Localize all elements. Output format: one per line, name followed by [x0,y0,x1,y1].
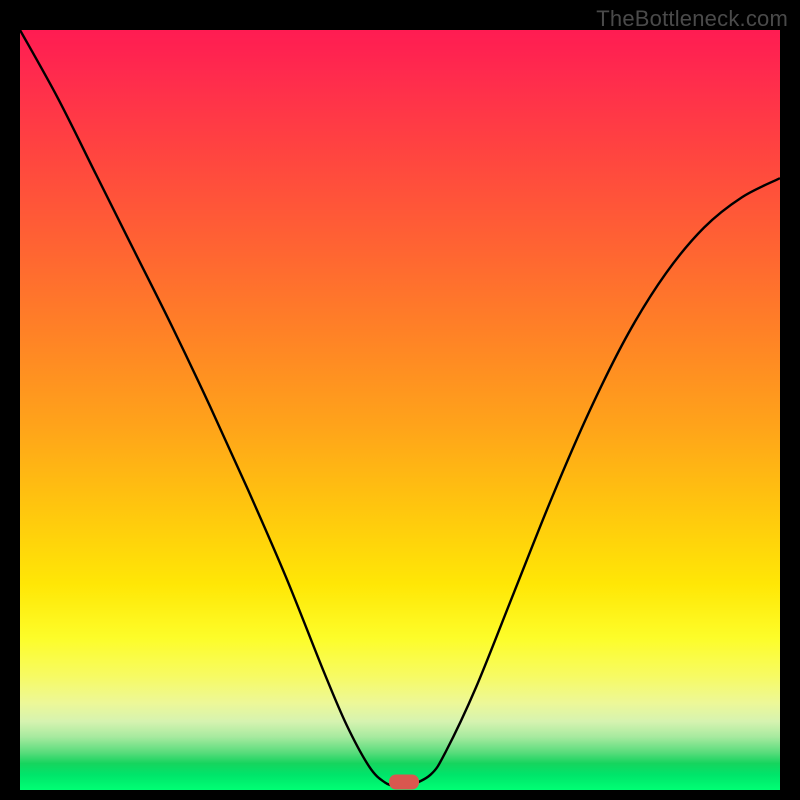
plot-area [20,30,780,790]
bottleneck-curve [20,30,780,790]
watermark-text: TheBottleneck.com [596,6,788,32]
min-marker [389,775,419,790]
plot-frame [20,30,780,790]
